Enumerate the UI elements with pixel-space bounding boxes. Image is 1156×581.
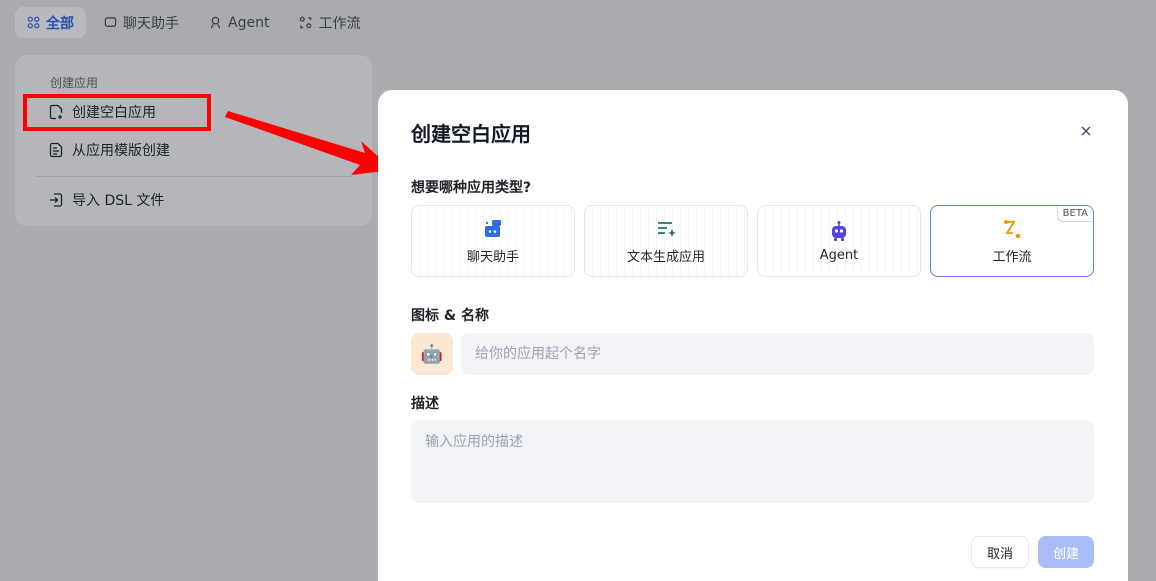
grid-icon <box>27 16 40 29</box>
type-card-workflow[interactable]: BETA 工作流 <box>930 205 1094 277</box>
robot-icon <box>832 220 846 241</box>
type-card-chat[interactable]: 聊天助手 <box>411 205 575 277</box>
robot-emoji-icon: 🤖 <box>420 343 444 365</box>
menu-item-label: 从应用模版创建 <box>72 143 170 159</box>
beta-badge: BETA <box>1056 206 1093 222</box>
create-blank-app-item[interactable]: 创建空白应用 <box>48 102 156 122</box>
template-icon <box>49 142 63 158</box>
tab-label: 聊天助手 <box>123 15 179 32</box>
file-plus-icon <box>49 104 63 120</box>
tab-label: 工作流 <box>318 15 361 32</box>
app-name-input[interactable] <box>461 333 1094 375</box>
tab-all[interactable]: 全部 <box>15 7 86 38</box>
modal-title: 创建空白应用 <box>411 122 531 146</box>
workflow-icon <box>300 16 312 29</box>
close-icon[interactable] <box>1078 123 1094 139</box>
tab-chat[interactable]: 聊天助手 <box>92 7 191 38</box>
app-icon-picker[interactable]: 🤖 <box>411 333 453 375</box>
app-type-tabs: 全部 聊天助手 Agent 工作流 <box>15 7 372 38</box>
menu-title: 创建应用 <box>50 76 99 90</box>
tab-agent[interactable]: Agent <box>197 7 281 38</box>
type-card-label: 聊天助手 <box>466 249 519 265</box>
create-app-modal: 创建空白应用 想要哪种应用类型? 聊天助手 文本生成应用 Agent BETA <box>378 90 1128 581</box>
app-description-input[interactable] <box>411 420 1094 503</box>
menu-item-label: 导入 DSL 文件 <box>72 193 165 209</box>
description-label: 描述 <box>411 396 439 412</box>
type-card-label: 文本生成应用 <box>626 249 705 265</box>
chat-bot-icon <box>485 219 501 237</box>
import-icon <box>50 193 63 207</box>
type-card-text-generator[interactable]: 文本生成应用 <box>584 205 748 277</box>
create-from-template-item[interactable]: 从应用模版创建 <box>48 140 170 160</box>
import-dsl-item[interactable]: 导入 DSL 文件 <box>48 190 164 210</box>
tab-workflow[interactable]: 工作流 <box>287 7 372 38</box>
workflow-icon <box>1004 219 1021 238</box>
agent-icon <box>210 16 221 29</box>
create-button[interactable]: 创建 <box>1038 536 1094 568</box>
type-card-agent[interactable]: Agent <box>757 205 921 277</box>
annotation-arrow <box>225 111 393 175</box>
icon-name-label: 图标 & 名称 <box>411 308 489 324</box>
tab-label: Agent <box>228 14 270 31</box>
tab-label: 全部 <box>46 15 74 32</box>
text-generate-icon <box>658 221 676 237</box>
type-card-label: Agent <box>819 247 859 263</box>
menu-item-label: 创建空白应用 <box>72 105 156 121</box>
chat-icon <box>104 17 117 27</box>
app-type-label: 想要哪种应用类型? <box>411 180 532 196</box>
type-card-label: 工作流 <box>992 249 1032 265</box>
cancel-button[interactable]: 取消 <box>971 536 1029 568</box>
